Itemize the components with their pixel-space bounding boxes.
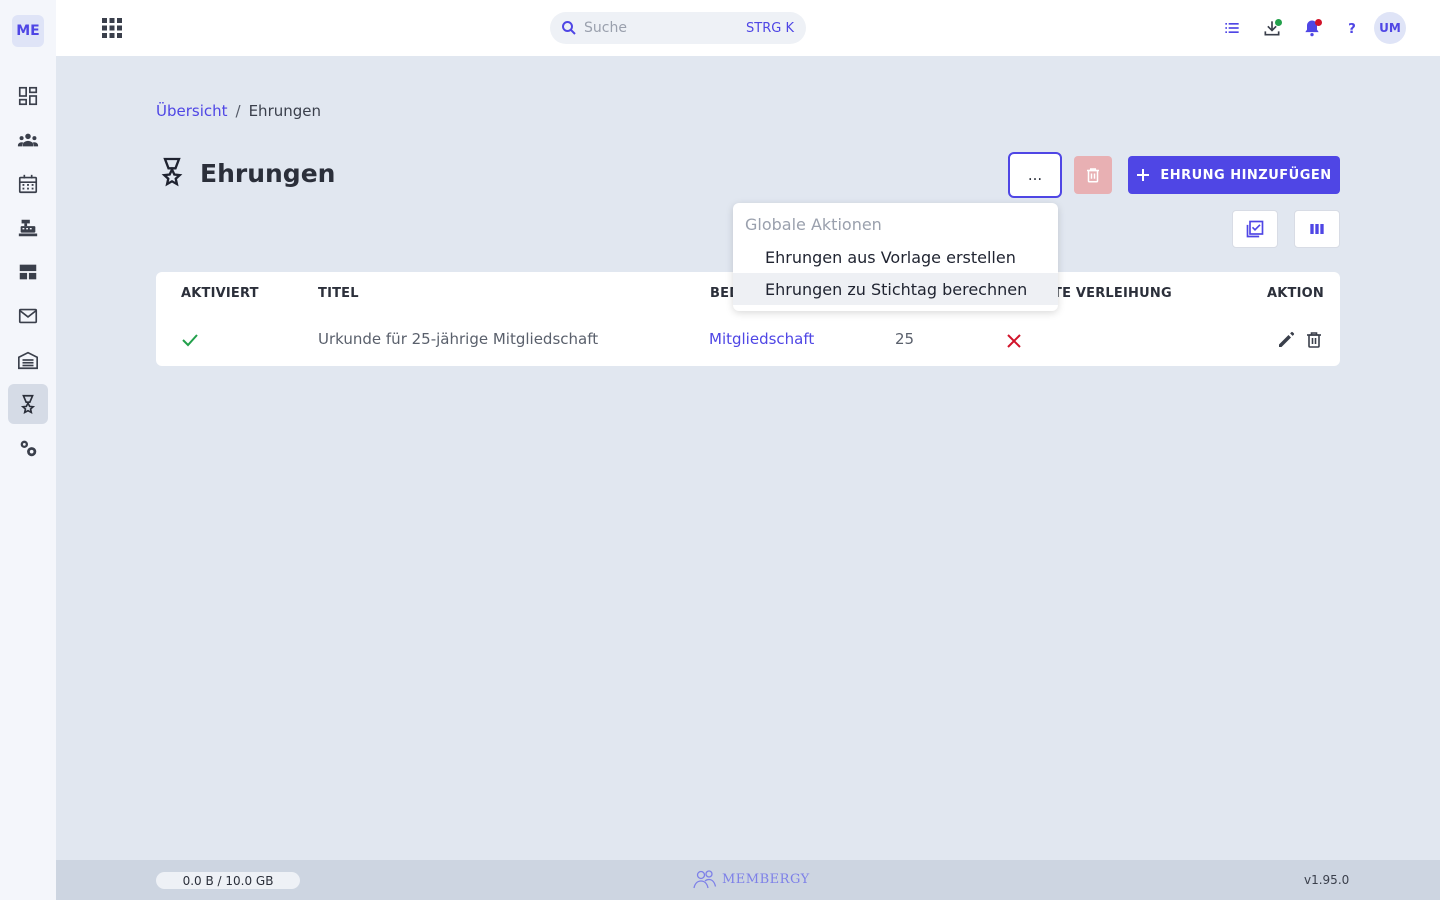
award-icon: [161, 157, 183, 187]
page-title: Ehrungen: [200, 158, 336, 188]
notification-dot: [1315, 19, 1322, 26]
sidebar-item-cash[interactable]: [8, 208, 48, 248]
list-icon: [1225, 23, 1239, 33]
sidebar-item-warehouse[interactable]: [8, 340, 48, 380]
search-bar[interactable]: STRG K: [550, 12, 806, 44]
sidebar-item-awards[interactable]: [8, 384, 48, 424]
sidebar-item-mail[interactable]: [8, 296, 48, 336]
app-logo[interactable]: ME: [12, 15, 44, 47]
cash-register-icon: [18, 219, 38, 237]
columns-icon: [1310, 224, 1324, 234]
breadcrumb-current: Ehrungen: [248, 102, 321, 120]
breadcrumb-link-overview[interactable]: Übersicht: [156, 102, 228, 120]
settings-icon: [20, 440, 37, 457]
topbar: STRG K ? UM: [56, 0, 1440, 56]
warehouse-icon: [18, 351, 38, 370]
brand-logo: MEMBERGY: [692, 868, 810, 890]
check-icon: [182, 334, 198, 347]
page-header: Ehrungen: [158, 156, 335, 190]
search-icon: [562, 21, 576, 35]
mail-icon: [18, 308, 38, 324]
breadcrumb-separator: /: [235, 102, 241, 120]
edit-icon[interactable]: [1276, 330, 1296, 350]
sidebar-item-members[interactable]: [8, 120, 48, 160]
apps-grid-icon[interactable]: [100, 16, 124, 40]
sidebar: ME: [0, 0, 56, 900]
more-actions-button[interactable]: ...: [1008, 152, 1062, 198]
trash-icon: [1087, 168, 1099, 183]
menu-item-calculate-by-date[interactable]: Ehrungen zu Stichtag berechnen: [733, 273, 1058, 305]
downloads-button[interactable]: [1260, 16, 1284, 40]
add-award-button[interactable]: EHRUNG HINZUFÜGEN: [1128, 156, 1340, 194]
sidebar-item-layout[interactable]: [8, 252, 48, 292]
row-value: 25: [895, 330, 915, 348]
menu-item-create-from-template[interactable]: Ehrungen aus Vorlage erstellen: [733, 241, 1058, 273]
help-button[interactable]: ?: [1340, 16, 1364, 40]
row-condition-link[interactable]: Mitgliedschaft: [709, 330, 814, 348]
search-input[interactable]: [584, 20, 724, 36]
row-title: Urkunde für 25-jährige Mitgliedschaft: [318, 330, 599, 348]
membergy-logo-icon: [693, 870, 717, 889]
app-version: v1.95.0: [1304, 873, 1350, 887]
bulk-delete-button[interactable]: [1074, 156, 1112, 194]
add-award-label: EHRUNG HINZUFÜGEN: [1160, 167, 1332, 183]
svg-text:?: ?: [1348, 22, 1356, 37]
help-icon: ?: [1348, 22, 1356, 37]
award-icon: [20, 394, 36, 414]
menu-header: Globale Aktionen: [745, 215, 882, 234]
sidebar-item-settings[interactable]: [8, 428, 48, 468]
notifications-button[interactable]: [1300, 16, 1324, 40]
global-actions-menu: Globale Aktionen Ehrungen aus Vorlage er…: [733, 203, 1058, 311]
trash-icon[interactable]: [1304, 330, 1324, 350]
column-header-action: AKTION: [1267, 286, 1324, 301]
search-shortcut: STRG K: [746, 20, 794, 36]
column-header-title[interactable]: TITEL: [318, 286, 359, 301]
members-icon: [17, 133, 39, 147]
column-header-activated[interactable]: AKTIVIERT: [181, 286, 259, 301]
storage-usage: 0.0 B / 10.0 GB: [156, 872, 300, 889]
user-avatar[interactable]: UM: [1374, 12, 1406, 44]
calendar-icon: [18, 174, 38, 194]
checklist-icon: [1246, 220, 1264, 238]
download-status-dot: [1275, 19, 1282, 26]
sidebar-item-calendar[interactable]: [8, 164, 48, 204]
close-icon: [1007, 334, 1021, 348]
select-mode-button[interactable]: [1232, 210, 1278, 248]
task-list-button[interactable]: [1220, 16, 1244, 40]
layout-icon: [19, 264, 37, 280]
column-header-last-award[interactable]: TE VERLEIHUNG: [1053, 286, 1172, 301]
plus-icon: [1137, 169, 1150, 181]
brand-name: MEMBERGY: [722, 871, 810, 887]
columns-button[interactable]: [1294, 210, 1340, 248]
dashboard-icon: [18, 86, 38, 106]
breadcrumb: Übersicht / Ehrungen: [156, 102, 321, 120]
footer: 0.0 B / 10.0 GB MEMBERGY v1.95.0: [56, 860, 1440, 900]
sidebar-item-dashboard[interactable]: [8, 76, 48, 116]
